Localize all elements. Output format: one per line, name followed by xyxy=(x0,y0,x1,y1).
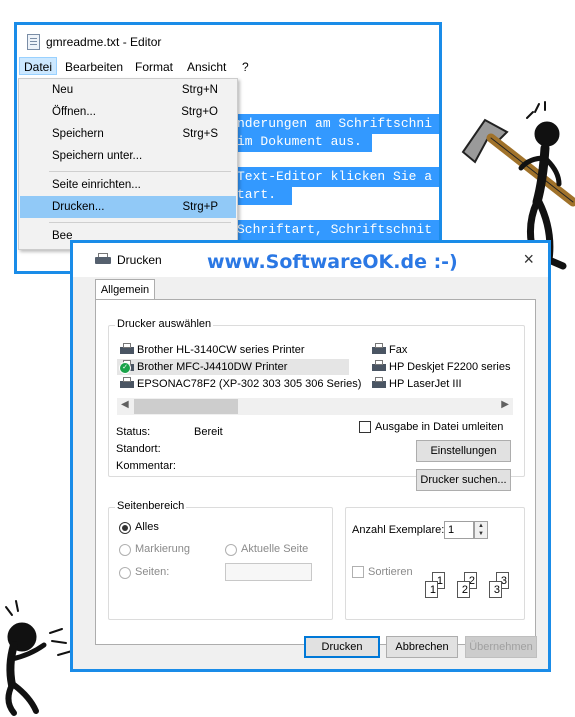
scroll-right-icon[interactable]: ▶ xyxy=(501,399,509,410)
brand-watermark: www.SoftwareOK.de :-) xyxy=(207,251,458,273)
dialog-titlebar: Drucken www.SoftwareOK.de :-) × xyxy=(73,243,548,277)
pages-input[interactable] xyxy=(225,563,312,581)
collate-label: Sortieren xyxy=(368,566,413,578)
copies-input[interactable]: 1 xyxy=(444,521,474,539)
print-dialog: Drucken www.SoftwareOK.de :-) × Allgemei… xyxy=(70,240,551,672)
print-button[interactable]: Drucken xyxy=(304,636,380,658)
menu-separator xyxy=(49,222,231,223)
printer-item-selected[interactable]: ✓ Brother MFC-J4410DW Printer xyxy=(117,359,349,375)
printer-icon xyxy=(119,343,135,355)
printer-icon: ✓ xyxy=(119,360,135,374)
printer-icon xyxy=(371,377,387,389)
menu-item-label: Seite einrichten... xyxy=(52,179,141,191)
select-printer-label: Drucker auswählen xyxy=(115,318,214,330)
printer-name: Fax xyxy=(389,344,408,356)
menu-item-shortcut: Strg+N xyxy=(181,84,218,96)
menu-item-shortcut: Strg+O xyxy=(181,106,218,118)
dialog-client: Allgemein Drucker auswählen Brother HL-3… xyxy=(73,277,548,669)
printer-item[interactable]: Fax xyxy=(371,342,407,358)
selection-radio[interactable] xyxy=(119,544,131,556)
editor-text-line[interactable]: Schriftart, Schriftschnit xyxy=(237,220,439,240)
comment-label: Kommentar: xyxy=(116,460,176,472)
editor-text-line[interactable]: im Dokument aus. xyxy=(237,132,372,152)
menu-item-save-as[interactable]: Speichern unter... xyxy=(20,145,236,167)
settings-button[interactable]: Einstellungen xyxy=(416,440,511,462)
menu-item-save[interactable]: Speichern Strg+S xyxy=(20,123,236,145)
status-label: Status: xyxy=(116,426,151,438)
copies-group: Anzahl Exemplare: 1 ▲ ▼ Sortieren 1 1 2 2… xyxy=(345,507,525,620)
copies-label: Anzahl Exemplare: xyxy=(352,524,445,536)
selection-label: Markierung xyxy=(135,543,191,555)
menu-datei[interactable]: Datei xyxy=(19,57,58,75)
editor-text-line[interactable]: Text-Editor klicken Sie a xyxy=(237,167,439,187)
file-menu-dropdown: Neu Strg+N Öffnen... Strg+O Speichern St… xyxy=(18,78,238,250)
menu-item-shortcut: Strg+P xyxy=(182,201,218,213)
printer-icon xyxy=(95,253,111,264)
printer-list-scrollbar[interactable]: ◀ ▶ xyxy=(117,398,513,415)
printer-item[interactable]: EPSONAC78F2 (XP-302 303 305 306 Series) xyxy=(119,376,361,392)
menu-separator xyxy=(49,171,231,172)
current-page-radio[interactable] xyxy=(225,544,237,556)
editor-menubar: Datei Bearbeiten Format Ansicht ? xyxy=(17,57,439,77)
page-range-label: Seitenbereich xyxy=(115,500,187,512)
all-label: Alles xyxy=(135,521,159,533)
menu-item-label: Speichern unter... xyxy=(52,150,143,162)
editor-text-line[interactable]: tart. xyxy=(237,185,292,205)
editor-text-line[interactable]: nderungen am Schriftschni xyxy=(237,114,439,134)
menu-item-print[interactable]: Drucken... Strg+P xyxy=(20,196,236,218)
printer-item[interactable]: HP Deskjet F2200 series xyxy=(371,359,510,375)
apply-button[interactable]: Übernehmen xyxy=(465,636,537,658)
menu-item-label: Speichern xyxy=(52,128,104,140)
printer-name: Brother HL-3140CW series Printer xyxy=(137,344,305,356)
menu-format[interactable]: Format xyxy=(135,60,173,74)
notepad-icon xyxy=(27,34,40,50)
printer-item[interactable]: Brother HL-3140CW series Printer xyxy=(119,342,305,358)
collate-checkbox[interactable] xyxy=(352,566,364,578)
close-icon[interactable]: × xyxy=(523,249,534,270)
editor-titlebar: gmreadme.txt - Editor xyxy=(17,25,439,57)
printer-name: HP Deskjet F2200 series xyxy=(389,361,511,373)
tab-panel: Drucker auswählen Brother HL-3140CW seri… xyxy=(95,299,536,645)
menu-item-open[interactable]: Öffnen... Strg+O xyxy=(20,101,236,123)
printer-icon xyxy=(371,360,387,372)
cartoon-figure-illustration xyxy=(5,600,73,716)
printer-list[interactable]: Brother HL-3140CW series Printer ✓ Brothe… xyxy=(117,342,513,428)
all-radio[interactable] xyxy=(119,522,131,534)
menu-help[interactable]: ? xyxy=(242,60,249,74)
menu-bearbeiten[interactable]: Bearbeiten xyxy=(65,60,123,74)
printer-icon xyxy=(119,377,135,389)
editor-title: gmreadme.txt - Editor xyxy=(46,35,162,49)
print-to-file-label: Ausgabe in Datei umleiten xyxy=(375,421,504,433)
menu-item-new[interactable]: Neu Strg+N xyxy=(20,79,236,101)
menu-item-label: Neu xyxy=(52,84,74,96)
page-range-group: Seitenbereich Alles Markierung Aktuelle … xyxy=(108,500,333,620)
printer-name: HP LaserJet III xyxy=(389,378,462,390)
dialog-title: Drucken xyxy=(117,253,162,267)
tab-general[interactable]: Allgemein xyxy=(95,279,155,301)
find-printer-button[interactable]: Drucker suchen... xyxy=(416,469,511,491)
copies-stepper[interactable]: ▲ ▼ xyxy=(474,521,488,539)
menu-item-page-setup[interactable]: Seite einrichten... xyxy=(20,174,236,196)
cancel-button[interactable]: Abbrechen xyxy=(386,636,458,658)
printer-item[interactable]: HP LaserJet III xyxy=(371,376,462,392)
current-page-label: Aktuelle Seite xyxy=(241,543,309,555)
fax-icon xyxy=(371,343,387,355)
printer-name: Brother MFC-J4410DW Printer xyxy=(137,361,288,373)
scrollbar-thumb[interactable] xyxy=(134,399,238,414)
location-label: Standort: xyxy=(116,443,161,455)
pages-label: Seiten: xyxy=(135,566,170,578)
printer-name: EPSONAC78F2 (XP-302 303 305 306 Series) xyxy=(137,378,362,390)
menu-ansicht[interactable]: Ansicht xyxy=(187,60,226,74)
collate-pages-icon: 1 1 2 2 3 3 xyxy=(422,572,522,602)
default-check-icon: ✓ xyxy=(119,362,131,374)
menu-item-label: Drucken... xyxy=(52,201,105,213)
pages-radio[interactable] xyxy=(119,567,131,579)
menu-item-label: Öffnen... xyxy=(52,106,96,118)
scroll-left-icon[interactable]: ◀ xyxy=(121,399,129,410)
status-value: Bereit xyxy=(194,426,223,438)
menu-item-shortcut: Strg+S xyxy=(182,128,218,140)
print-to-file-checkbox[interactable] xyxy=(359,421,371,433)
